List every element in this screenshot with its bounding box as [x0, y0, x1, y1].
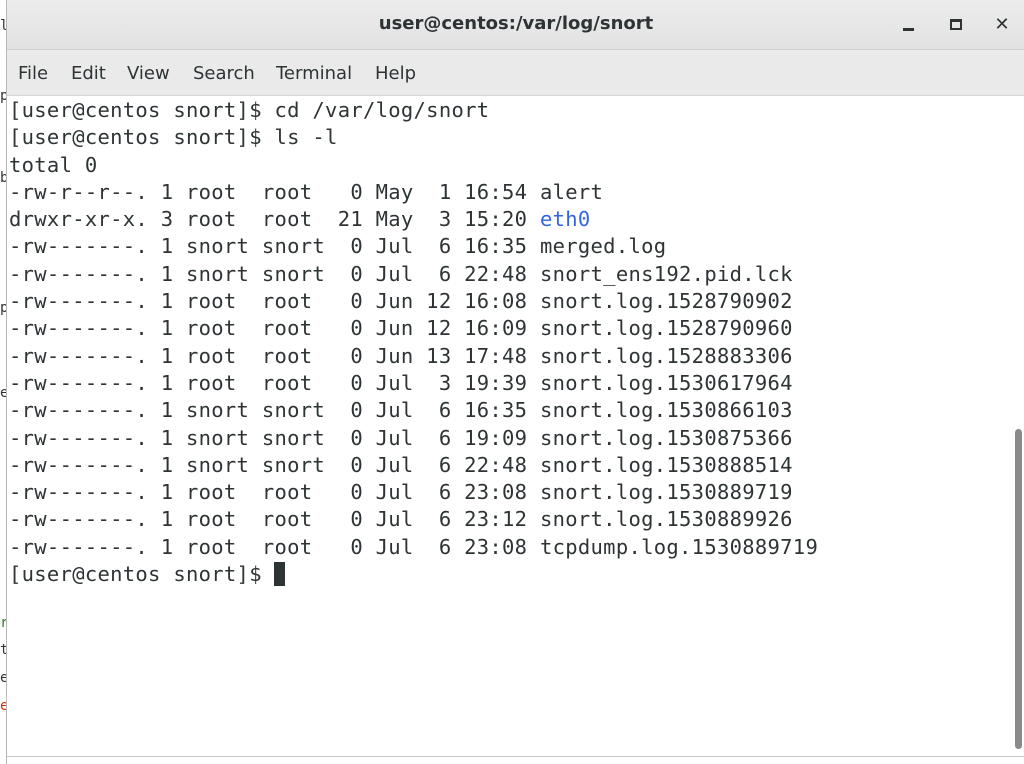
terminal-line: -rw-------. 1 root root 0 Jul 6 23:08 tc… [9, 534, 1011, 561]
terminal-line: [user@centos snort]$ cd /var/log/snort [9, 98, 490, 122]
menu-search[interactable]: Search [193, 63, 255, 84]
file-attributes: -rw-------. 1 snort snort 0 Jul 6 16:35 [9, 234, 540, 259]
file-attributes: -rw-------. 1 root root 0 Jun 12 16:09 [9, 316, 540, 341]
file-attributes: -rw-------. 1 snort snort 0 Jul 6 19:09 [9, 425, 540, 450]
file-name: snort.log.1528883306 [539, 343, 793, 368]
file-attributes: -rw-r--r--. 1 root root 0 May 1 16:54 [9, 179, 540, 204]
file-attributes: -rw-------. 1 root root 0 Jun 13 17:48 [9, 343, 540, 368]
menu-file[interactable]: File [18, 63, 48, 84]
close-icon: ✕ [994, 14, 1010, 35]
minimize-icon [903, 28, 914, 31]
terminal-line: -rw-------. 1 snort snort 0 Jul 6 22:48 … [9, 452, 1011, 479]
scrollbar-thumb[interactable] [1015, 429, 1022, 749]
menu-terminal[interactable]: Terminal [276, 63, 352, 84]
file-name: snort.log.1530866103 [539, 398, 793, 423]
terminal-line: -rw-------. 1 snort snort 0 Jul 6 22:48 … [9, 261, 1011, 288]
maximize-icon [950, 19, 962, 30]
close-button[interactable]: ✕ [987, 10, 1017, 40]
terminal-line: -rw-------. 1 root root 0 Jun 13 17:48 s… [9, 343, 1011, 370]
file-attributes: -rw-------. 1 root root 0 Jul 3 19:39 [9, 370, 540, 395]
file-name: snort.log.1530875366 [539, 425, 793, 450]
file-name: tcpdump.log.1530889719 [539, 534, 819, 559]
shell-prompt: [user@centos snort]$ [9, 562, 275, 587]
terminal-line: -rw-r--r--. 1 root root 0 May 1 16:54 al… [9, 179, 1011, 206]
window-title: user@centos:/var/log/snort [378, 13, 654, 34]
file-attributes: -rw-------. 1 root root 0 Jul 6 23:12 [9, 507, 540, 532]
terminal-line: drwxr-xr-x. 3 root root 21 May 3 15:20 e… [9, 206, 1011, 233]
menu-edit[interactable]: Edit [71, 63, 106, 84]
file-name: snort.log.1530617964 [539, 370, 793, 395]
maximize-button[interactable] [941, 10, 971, 40]
file-attributes: -rw-------. 1 root root 0 Jul 6 23:08 [9, 480, 540, 505]
title-bar[interactable]: user@centos:/var/log/snort ✕ [7, 0, 1024, 50]
menu-help[interactable]: Help [375, 63, 416, 84]
terminal-line: -rw-------. 1 root root 0 Jul 6 23:08 sn… [9, 479, 1011, 506]
file-name: snort.log.1530889719 [539, 480, 793, 505]
file-name: snort.log.1528790960 [539, 316, 793, 341]
file-attributes: -rw-------. 1 snort snort 0 Jul 6 16:35 [9, 398, 540, 423]
text-cursor [274, 562, 286, 587]
file-name: snort.log.1528790902 [539, 289, 793, 314]
file-name: alert [539, 179, 604, 204]
directory-name: eth0 [539, 207, 591, 232]
window-bottom-edge [7, 756, 1024, 764]
file-name: snort.log.1530888514 [539, 452, 793, 477]
file-attributes: -rw-------. 1 root root 0 Jun 12 16:08 [9, 289, 540, 314]
vertical-scrollbar[interactable] [1011, 96, 1024, 756]
terminal-line: -rw-------. 1 root root 0 Jul 6 23:12 sn… [9, 506, 1011, 533]
file-attributes: drwxr-xr-x. 3 root root 21 May 3 15:20 [9, 207, 540, 232]
terminal-line: total 0 [9, 152, 98, 177]
terminal-output[interactable]: [user@centos snort]$ cd /var/log/snort [u… [7, 96, 1011, 756]
terminal-line: [user@centos snort]$ ls -l [9, 125, 338, 150]
terminal-line: -rw-------. 1 snort snort 0 Jul 6 16:35 … [9, 397, 1011, 424]
file-name: merged.log [539, 234, 667, 259]
terminal-line: -rw-------. 1 root root 0 Jun 12 16:09 s… [9, 315, 1011, 342]
terminal-prompt-line: [user@centos snort]$ [9, 561, 1011, 588]
menu-view[interactable]: View [127, 63, 170, 84]
file-attributes: -rw-------. 1 snort snort 0 Jul 6 22:48 [9, 452, 540, 477]
minimize-button[interactable] [893, 10, 923, 40]
file-name: snort.log.1530889926 [539, 507, 793, 532]
file-attributes: -rw-------. 1 snort snort 0 Jul 6 22:48 [9, 261, 540, 286]
file-attributes: -rw-------. 1 root root 0 Jul 6 23:08 [9, 534, 540, 559]
terminal-line: -rw-------. 1 snort snort 0 Jul 6 16:35 … [9, 233, 1011, 260]
menu-bar: File Edit View Search Terminal Help [7, 50, 1024, 96]
terminal-line: -rw-------. 1 root root 0 Jun 12 16:08 s… [9, 288, 1011, 315]
terminal-line: -rw-------. 1 snort snort 0 Jul 6 19:09 … [9, 425, 1011, 452]
terminal-line: -rw-------. 1 root root 0 Jul 3 19:39 sn… [9, 370, 1011, 397]
file-name: snort_ens192.pid.lck [539, 261, 793, 286]
terminal-window: user@centos:/var/log/snort ✕ File Edit V… [6, 0, 1024, 764]
